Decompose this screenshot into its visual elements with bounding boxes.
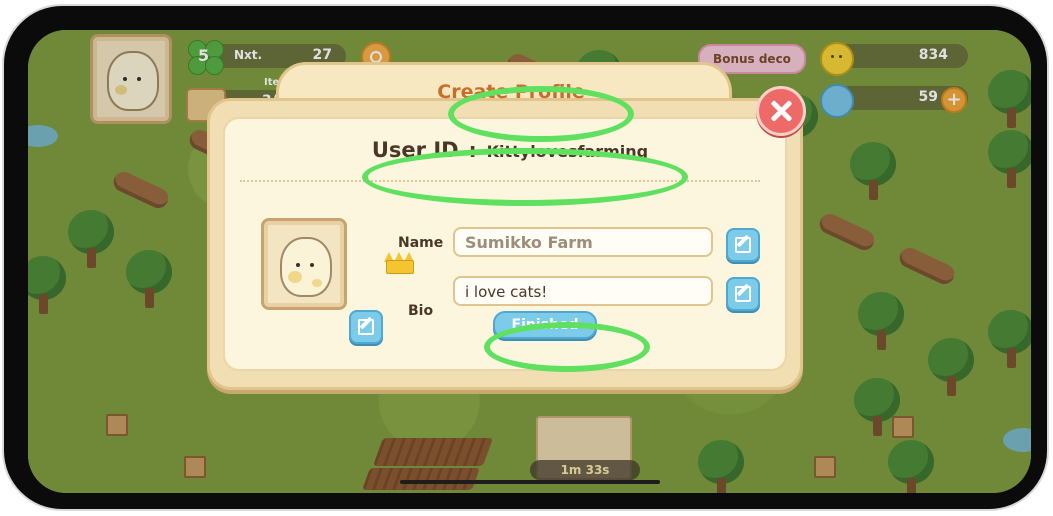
crown-icon <box>384 252 414 274</box>
edit-bio-button[interactable] <box>726 277 760 311</box>
edit-avatar-button[interactable] <box>349 310 383 344</box>
finished-highlight <box>484 322 650 372</box>
edit-name-button[interactable] <box>726 228 760 262</box>
bio-input[interactable]: i love cats! <box>453 276 713 306</box>
cat-avatar-icon <box>280 237 332 297</box>
close-button[interactable] <box>756 86 806 136</box>
name-input[interactable]: Sumikko Farm <box>453 227 713 257</box>
user-id-highlight <box>362 148 688 206</box>
name-label: Name <box>398 235 444 251</box>
title-highlight <box>448 86 634 142</box>
profile-avatar <box>261 218 347 310</box>
bio-label: Bio <box>408 303 434 319</box>
